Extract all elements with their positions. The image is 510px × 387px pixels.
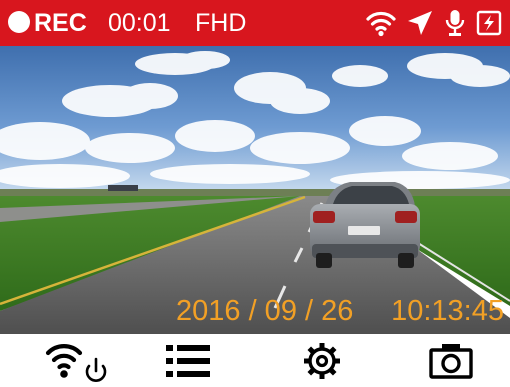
overlay-date: 2016 / 09 / 26 <box>176 295 354 327</box>
menu-button[interactable] <box>163 336 213 386</box>
gps-arrow-icon <box>406 9 434 37</box>
status-icons <box>366 6 502 40</box>
settings-button[interactable] <box>297 336 347 386</box>
rec-label: REC <box>34 9 87 37</box>
camera-button[interactable] <box>425 336 477 386</box>
camera-icon <box>429 344 473 379</box>
gear-icon <box>304 343 340 379</box>
power-icon <box>476 9 502 37</box>
camera-view: 2016 / 09 / 26 10:13:45 <box>0 46 510 334</box>
dashcam-screen: REC 00:01 FHD 2016 / 09 / 26 10:13:45 <box>0 0 510 387</box>
video-quality: FHD <box>195 9 247 37</box>
overlay-time: 10:13:45 <box>391 295 504 327</box>
wifi-power-button[interactable] <box>40 336 112 386</box>
recording-elapsed-time: 00:01 <box>108 9 171 37</box>
road-scene <box>0 46 510 334</box>
bottom-toolbar <box>0 334 510 387</box>
status-bar: REC 00:01 FHD <box>0 0 510 46</box>
wifi-power-icon <box>45 344 107 382</box>
menu-list-icon <box>166 345 210 377</box>
record-indicator-icon <box>8 11 30 33</box>
wifi-icon <box>366 9 396 37</box>
microphone-icon <box>444 8 466 38</box>
